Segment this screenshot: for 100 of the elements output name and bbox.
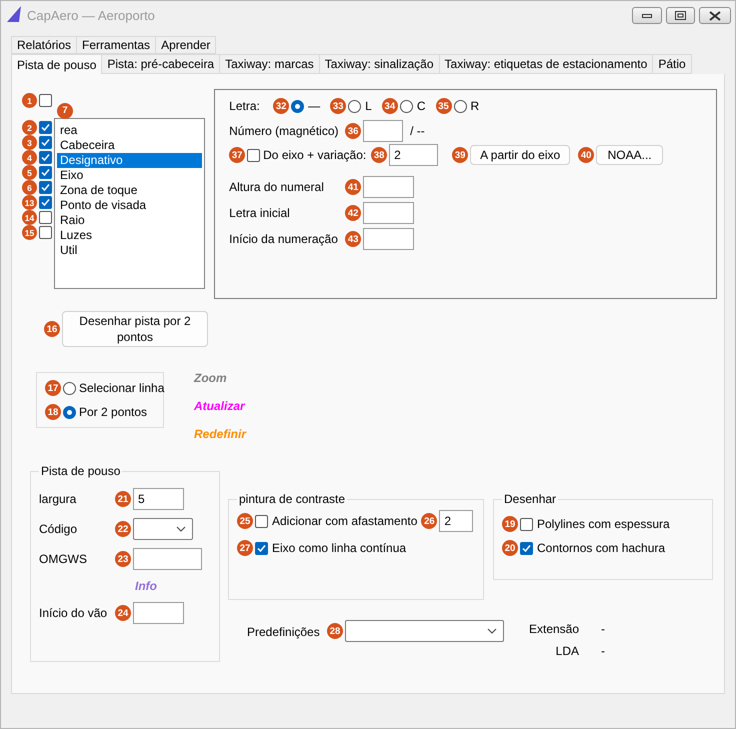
- group-title: Pista de pouso: [40, 464, 122, 478]
- radio-label: Por 2 pontos: [79, 405, 148, 419]
- action-link[interactable]: Zoom: [194, 370, 246, 386]
- tab[interactable]: Ferramentas: [76, 36, 156, 54]
- radio-button[interactable]: [400, 100, 413, 112]
- checkbox-label: Polylines com espessura: [537, 517, 670, 531]
- checkbox[interactable]: [39, 94, 52, 107]
- stat-label: Extensão: [529, 622, 579, 636]
- list-item[interactable]: rea: [57, 123, 202, 138]
- radio-button[interactable]: [454, 100, 466, 112]
- list-item[interactable]: Raio: [57, 213, 202, 228]
- field-label: Letra:: [229, 99, 261, 113]
- checkbox[interactable]: [247, 148, 260, 162]
- maximize-button[interactable]: [666, 7, 695, 24]
- info-link[interactable]: Info: [135, 578, 157, 594]
- checkbox[interactable]: [39, 151, 52, 164]
- tab[interactable]: Taxiway: etiquetas de estacionamento: [438, 54, 654, 74]
- push-button[interactable]: A partir do eixo: [470, 145, 570, 165]
- stat-value: -: [601, 622, 605, 636]
- radio-button[interactable]: [63, 406, 76, 418]
- group-title: Desenhar: [503, 492, 558, 506]
- number-marker: 2: [22, 120, 37, 135]
- number-marker: 37: [229, 147, 246, 163]
- tab[interactable]: Aprender: [155, 36, 216, 54]
- dropdown[interactable]: [133, 518, 193, 540]
- checkbox[interactable]: [39, 121, 52, 134]
- number-marker: 17: [45, 380, 61, 396]
- checkbox[interactable]: [520, 518, 533, 530]
- number-marker: 4: [22, 150, 37, 165]
- checkbox[interactable]: [39, 166, 52, 179]
- number-marker: 13: [22, 195, 37, 210]
- number-marker: 24: [115, 605, 131, 621]
- checkbox[interactable]: [39, 196, 52, 209]
- text-field[interactable]: 2: [439, 510, 474, 532]
- list-item[interactable]: Eixo: [57, 168, 202, 183]
- draw-button[interactable]: Desenhar pista por 2 pontos: [62, 311, 208, 347]
- text-field[interactable]: 5: [133, 488, 184, 510]
- tab[interactable]: Pista: pré-cabeceira: [101, 54, 220, 74]
- number-marker: 36: [345, 123, 362, 139]
- checkbox-label: Do eixo + variação:: [263, 148, 366, 162]
- checkbox[interactable]: [520, 542, 533, 554]
- number-marker: 15: [22, 225, 37, 240]
- checkbox[interactable]: [39, 136, 52, 149]
- number-marker: 35: [436, 98, 452, 114]
- number-marker: 41: [345, 179, 362, 195]
- field-label: Altura do numeral: [229, 180, 325, 194]
- minimize-icon: [642, 14, 652, 18]
- tab[interactable]: Taxiway: marcas: [219, 54, 320, 74]
- number-marker: 25: [237, 513, 253, 529]
- number-marker: 16: [44, 321, 60, 337]
- tab[interactable]: Taxiway: sinalização: [318, 54, 440, 74]
- number-marker: 3: [22, 135, 37, 150]
- list-item[interactable]: Cabeceira: [57, 138, 202, 153]
- dropdown[interactable]: [345, 620, 504, 642]
- field-label: Predefinições: [247, 625, 321, 639]
- list-item[interactable]: Zona de toque: [57, 183, 202, 198]
- tab[interactable]: Pista de pouso: [11, 54, 102, 74]
- text-field[interactable]: 2: [389, 144, 438, 166]
- field-label: Número (magnético): [229, 124, 340, 138]
- list-item[interactable]: Ponto de visada: [57, 198, 202, 213]
- text-field[interactable]: [363, 176, 414, 198]
- number-marker: 28: [327, 623, 343, 639]
- checkbox[interactable]: [39, 211, 52, 224]
- push-button[interactable]: NOAA...: [596, 145, 664, 165]
- text-field[interactable]: [363, 202, 414, 224]
- field-label: Código: [39, 522, 78, 536]
- number-marker: 5: [22, 165, 37, 180]
- chevron-icon: [487, 628, 497, 634]
- text-field[interactable]: [363, 120, 404, 142]
- radio-label: —: [308, 99, 320, 113]
- list-item[interactable]: Luzes: [57, 228, 202, 243]
- radio-label: R: [470, 99, 480, 113]
- checkbox[interactable]: [255, 542, 268, 554]
- minimize-button[interactable]: [632, 7, 662, 24]
- text-field[interactable]: [133, 548, 202, 570]
- checkbox[interactable]: [255, 514, 268, 528]
- number-marker: 6: [22, 180, 37, 195]
- text-field[interactable]: [133, 602, 184, 624]
- number-marker: 34: [382, 98, 398, 114]
- number-marker: 38: [371, 147, 388, 163]
- number-marker: 1: [22, 93, 37, 108]
- list-item[interactable]: Designativo: [57, 153, 202, 168]
- tab[interactable]: Pátio: [652, 54, 692, 74]
- field-label: OMGWS: [39, 552, 88, 566]
- window-title: CapAero — Aeroporto: [27, 8, 155, 23]
- field-label: largura: [39, 492, 78, 506]
- text-field[interactable]: [363, 228, 414, 250]
- radio-button[interactable]: [63, 382, 76, 394]
- number-marker: 33: [330, 98, 346, 114]
- radio-button[interactable]: [348, 100, 362, 112]
- tab[interactable]: Relatórios: [11, 36, 78, 54]
- number-marker: 18: [45, 404, 61, 420]
- checkbox-label: Eixo como linha contínua: [272, 541, 406, 555]
- list-item[interactable]: Util: [57, 243, 202, 258]
- checkbox[interactable]: [39, 226, 52, 239]
- number-marker: 27: [237, 540, 253, 556]
- close-button[interactable]: [699, 7, 731, 24]
- radio-button[interactable]: [291, 100, 304, 112]
- checkbox[interactable]: [39, 181, 52, 194]
- number-marker: 19: [502, 516, 518, 532]
